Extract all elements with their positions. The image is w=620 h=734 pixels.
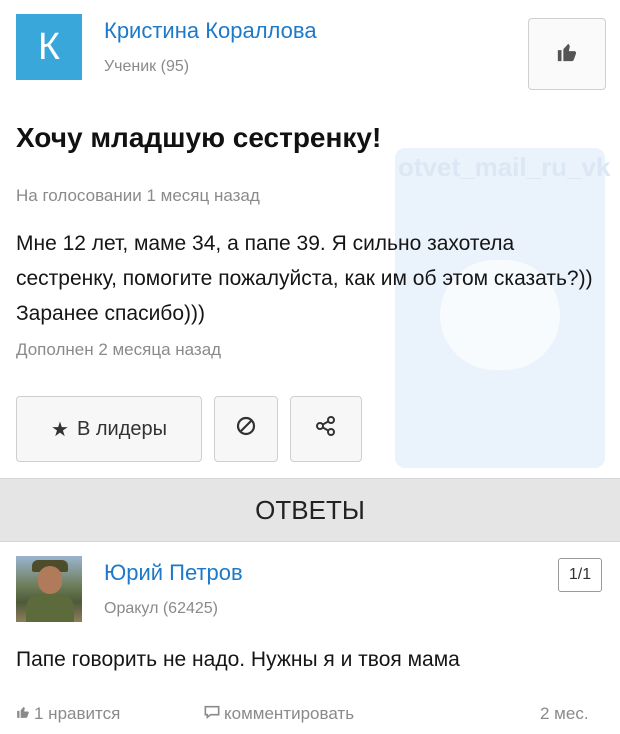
answerer-avatar[interactable]: [16, 556, 82, 622]
answer-age: 2 мес.: [540, 704, 589, 723]
answer-counter: 1/1: [558, 558, 602, 592]
author-avatar[interactable]: К: [16, 14, 82, 80]
thumbs-up-icon: [556, 39, 578, 70]
answer-text: Папе говорить не надо. Нужны я и твоя ма…: [16, 648, 460, 671]
answerer-name[interactable]: Юрий Петров: [104, 560, 243, 586]
comment-label: комментировать: [224, 704, 355, 723]
star-icon: ★: [51, 418, 69, 441]
question-title: Хочу младшую сестренку!: [16, 122, 382, 153]
author-name[interactable]: Кристина Кораллова: [104, 18, 317, 44]
avatar-face: [38, 566, 62, 594]
block-icon: [234, 414, 258, 445]
share-button[interactable]: [290, 396, 362, 462]
likes-label: 1 нравится: [34, 704, 121, 723]
answer-like-button[interactable]: 1 нравится: [16, 704, 120, 724]
watermark-text: otvet_mail_ru_vk: [398, 152, 611, 182]
like-button[interactable]: [528, 18, 606, 90]
comment-icon: [204, 704, 220, 724]
avatar-body: [26, 594, 74, 622]
question-body: Мне 12 лет, маме 34, а папе 39. Я сильно…: [16, 232, 593, 325]
added-note: Дополнен 2 месяца назад: [16, 340, 222, 359]
report-button[interactable]: [214, 396, 278, 462]
thumbs-up-icon: [16, 704, 30, 724]
answers-header: ОТВЕТЫ: [0, 478, 620, 542]
to-leaders-button[interactable]: ★ В лидеры: [16, 396, 202, 462]
to-leaders-label: В лидеры: [76, 417, 167, 440]
answerer-rank: Оракул (62425): [104, 600, 218, 617]
share-icon: [314, 414, 338, 444]
comment-button[interactable]: комментировать: [204, 704, 354, 724]
author-rank: Ученик (95): [104, 58, 190, 75]
voting-status: На голосовании 1 месяц назад: [16, 186, 260, 205]
